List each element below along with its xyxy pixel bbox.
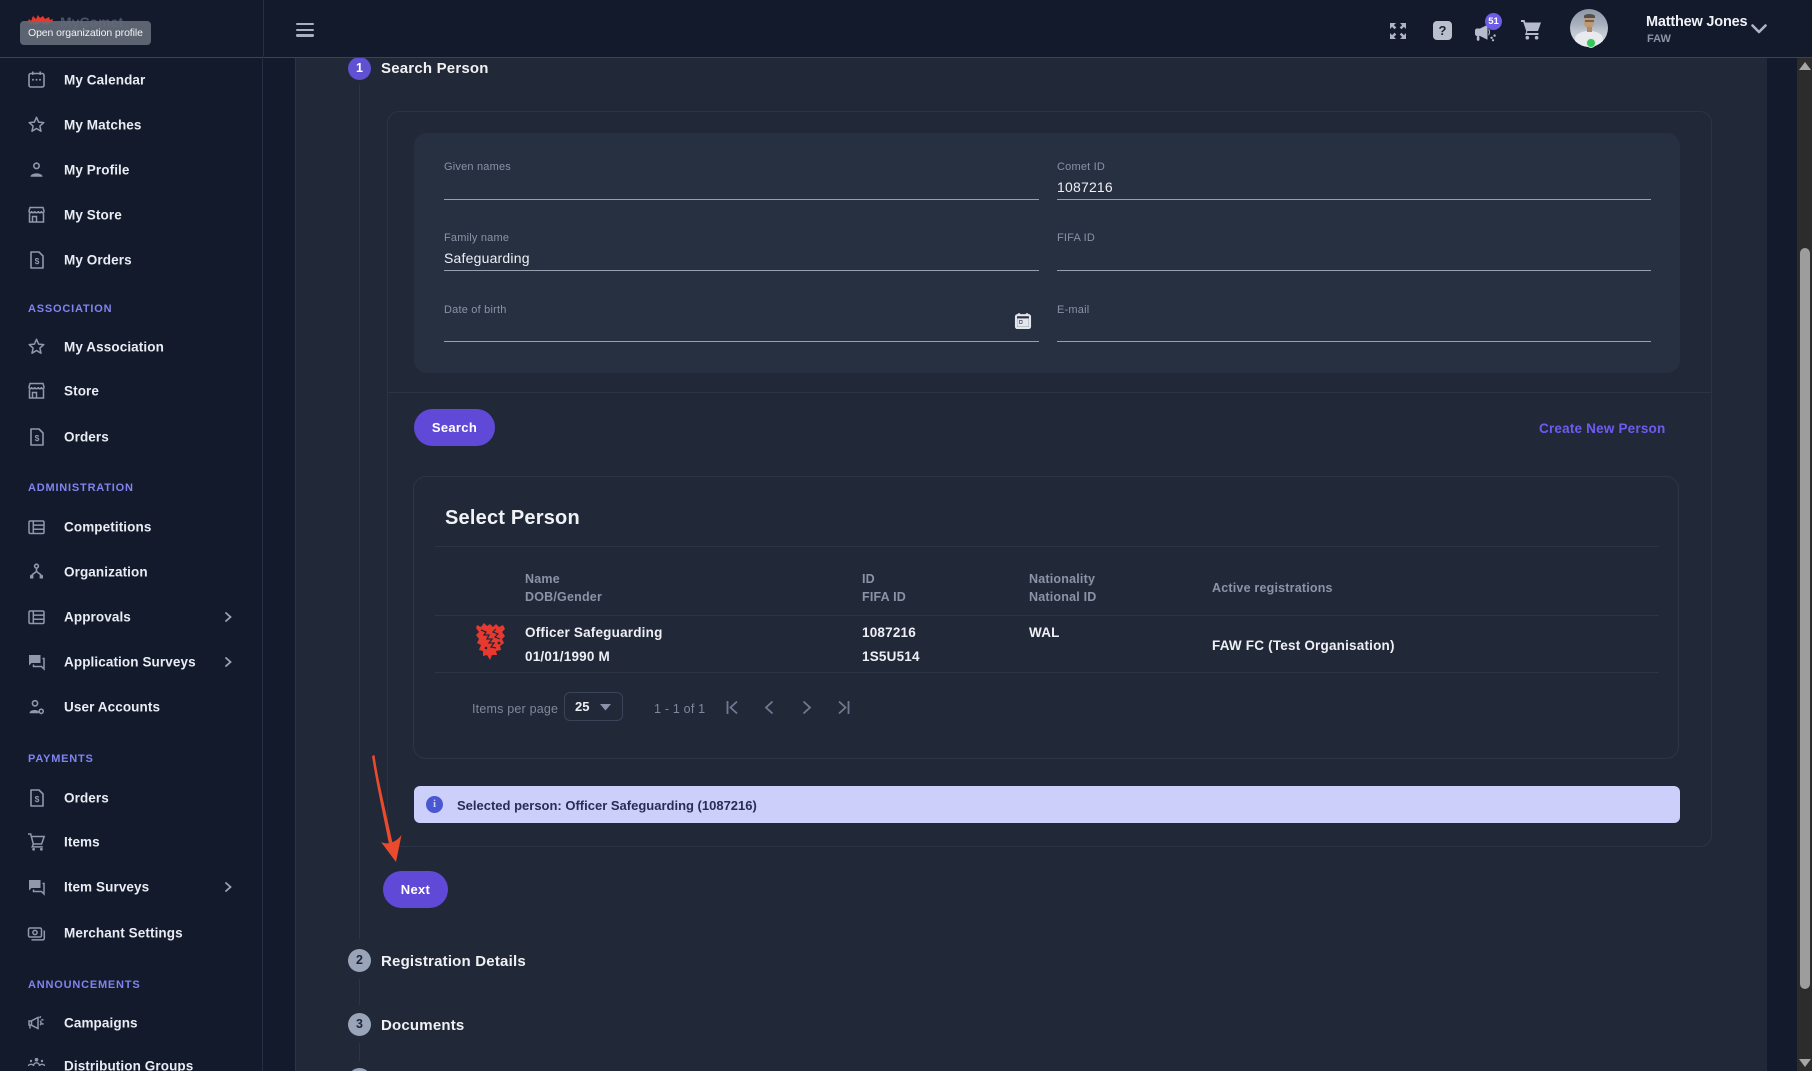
- svg-text:$: $: [35, 433, 40, 443]
- svg-text:$: $: [35, 794, 40, 804]
- svg-text:$: $: [35, 256, 40, 266]
